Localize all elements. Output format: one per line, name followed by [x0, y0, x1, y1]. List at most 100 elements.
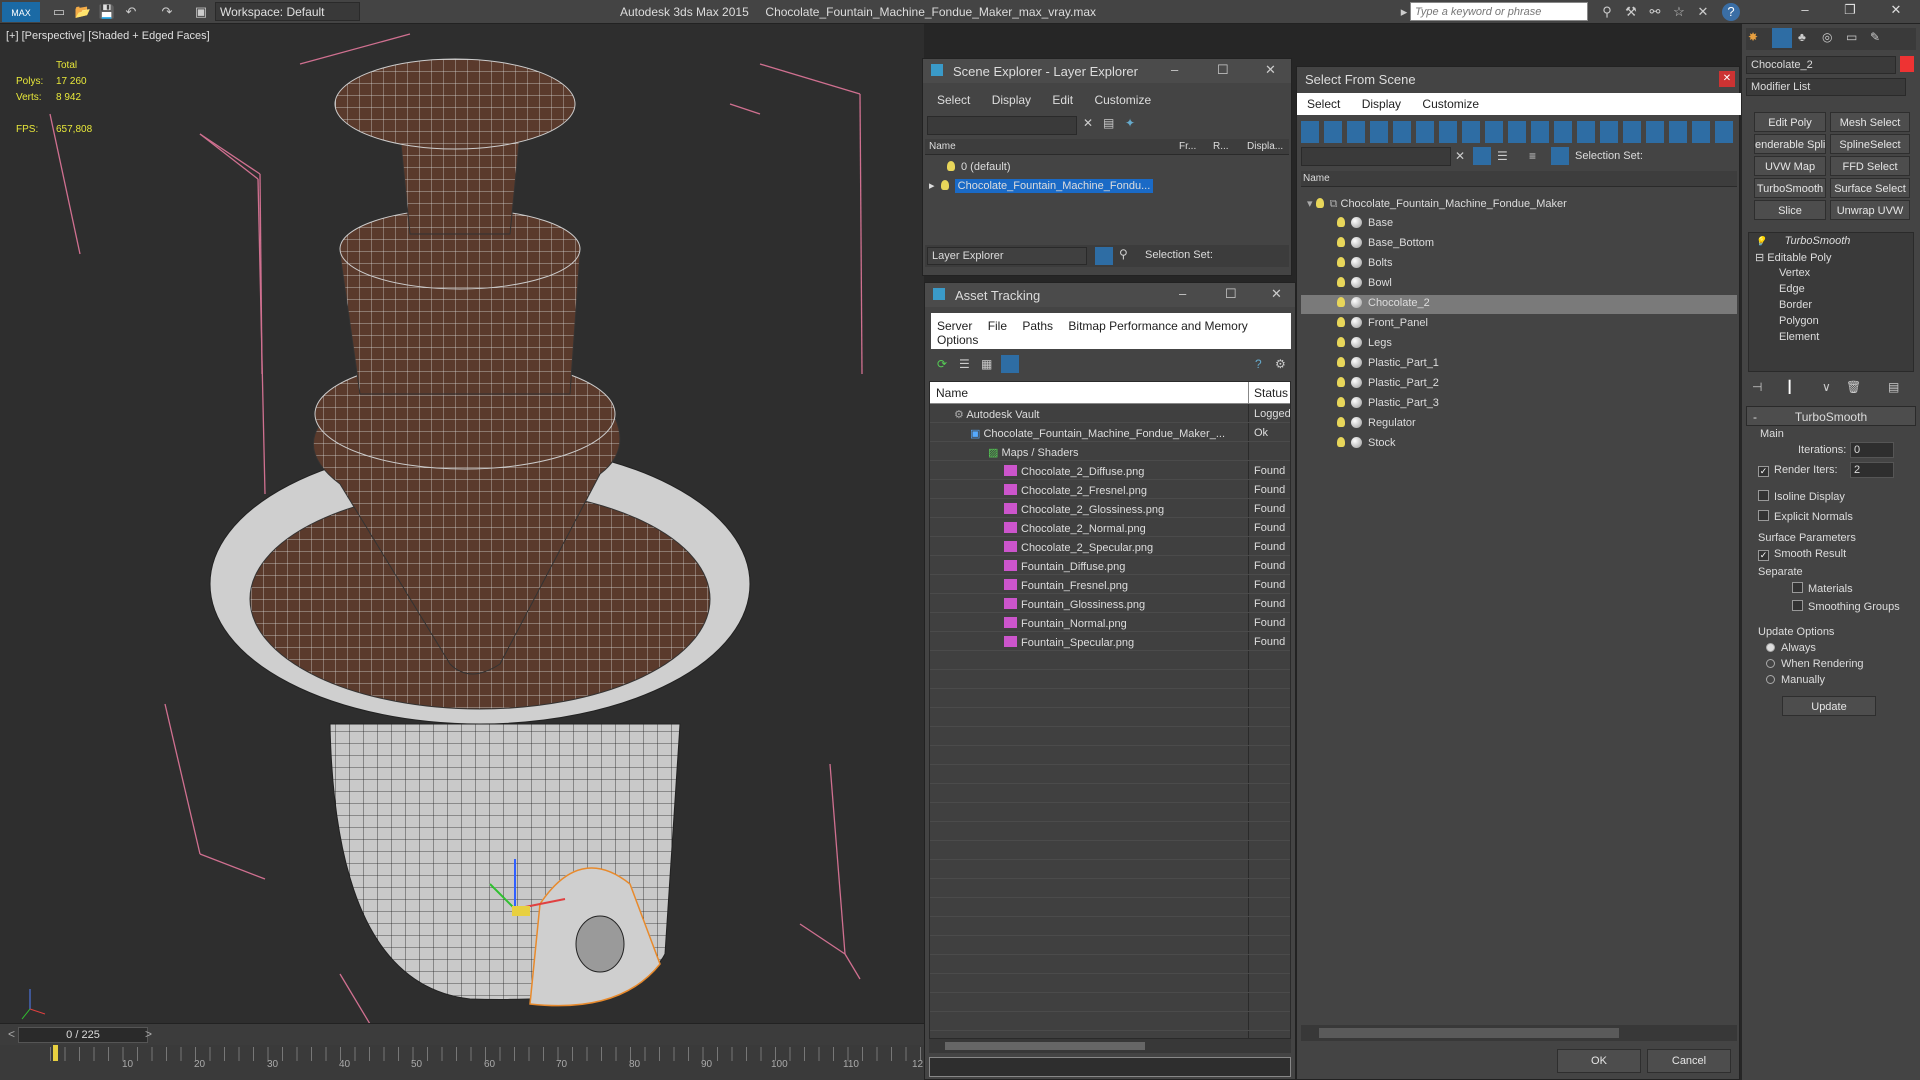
- maximize-icon[interactable]: ☐: [1217, 62, 1229, 78]
- light-bulb-icon[interactable]: [1337, 257, 1345, 267]
- asset-row[interactable]: Chocolate_2_Glossiness.png: [1004, 503, 1164, 516]
- turbosmooth-button[interactable]: TurboSmooth: [1754, 178, 1826, 198]
- new-file-icon[interactable]: ▭: [50, 3, 68, 21]
- spline-select-button[interactable]: SplineSelect: [1830, 134, 1910, 154]
- col-name[interactable]: Name: [1303, 173, 1330, 184]
- track-bar[interactable]: 10 20 30 40 50 60 70 80 90 100 110 12: [0, 1045, 924, 1080]
- scene-object-row[interactable]: Plastic_Part_3: [1337, 397, 1439, 409]
- when-rendering-radio[interactable]: When Rendering: [1766, 658, 1864, 670]
- smooth-result-checkbox[interactable]: ✓ Smooth Result: [1758, 548, 1846, 561]
- layers-icon[interactable]: ☰: [1497, 149, 1508, 163]
- undo-icon[interactable]: ↶: [122, 3, 140, 21]
- turbosmooth-rollout-header[interactable]: - TurboSmooth: [1746, 406, 1916, 426]
- remove-modifier-icon[interactable]: 🗑: [1846, 380, 1861, 394]
- manually-radio[interactable]: Manually: [1766, 674, 1825, 686]
- light-bulb-icon[interactable]: 💡: [1755, 236, 1766, 246]
- scene-object-row[interactable]: Plastic_Part_2: [1337, 377, 1439, 389]
- binoculars-icon[interactable]: ⚲: [1598, 3, 1616, 21]
- ok-button[interactable]: OK: [1557, 1049, 1641, 1073]
- menu-bitmap-performance[interactable]: Bitmap Performance and Memory: [1068, 319, 1247, 333]
- light-bulb-icon[interactable]: [1337, 297, 1345, 307]
- link-icon[interactable]: ⚯: [1646, 3, 1664, 21]
- ffd-select-button[interactable]: FFD Select: [1830, 156, 1910, 176]
- asset-row[interactable]: Fountain_Diffuse.png: [1004, 560, 1125, 573]
- asset-row-scene[interactable]: ▣ Chocolate_Fountain_Machine_Fondue_Make…: [970, 427, 1225, 440]
- asset-row[interactable]: Fountain_Fresnel.png: [1004, 579, 1128, 592]
- layer-add-icon[interactable]: ✦: [1125, 116, 1135, 130]
- project-icon[interactable]: ▣: [192, 3, 210, 21]
- renderable-spline-button[interactable]: enderable Splir: [1754, 134, 1826, 154]
- frame-counter[interactable]: 0 / 225: [18, 1027, 148, 1043]
- scene-object-row[interactable]: Bowl: [1337, 277, 1392, 289]
- app-logo[interactable]: MAX: [2, 2, 40, 22]
- subobject-vertex[interactable]: Vertex: [1779, 267, 1810, 279]
- surface-select-button[interactable]: Surface Select: [1830, 178, 1910, 198]
- help-icon[interactable]: ?: [1722, 3, 1740, 21]
- help-icon[interactable]: ?: [1255, 357, 1262, 371]
- close-icon[interactable]: ✕: [1271, 286, 1282, 302]
- light-bulb-icon[interactable]: [1337, 337, 1345, 347]
- subobject-polygon[interactable]: Polygon: [1779, 315, 1819, 327]
- menu-display[interactable]: Display: [992, 93, 1031, 107]
- close-icon[interactable]: ✕: [1878, 2, 1914, 22]
- mesh-select-button[interactable]: Mesh Select: [1830, 112, 1910, 132]
- select-from-scene-title[interactable]: Select From Scene ✕: [1297, 67, 1739, 91]
- scene-object-row[interactable]: Stock: [1337, 437, 1396, 449]
- object-name-input[interactable]: Chocolate_2: [1746, 56, 1896, 74]
- viewport-label[interactable]: [+] [Perspective] [Shaded + Edged Faces]: [6, 30, 210, 42]
- col-freeze[interactable]: Fr...: [1179, 141, 1196, 152]
- asset-row[interactable]: Chocolate_2_Fresnel.png: [1004, 484, 1147, 497]
- col-display[interactable]: Displa...: [1247, 141, 1283, 152]
- asset-hscrollbar[interactable]: [929, 1039, 1291, 1053]
- expand-arrow-icon[interactable]: ▾: [1307, 198, 1316, 210]
- display-tab-icon[interactable]: ▭: [1846, 30, 1857, 44]
- search-input[interactable]: Type a keyword or phrase: [1410, 2, 1588, 21]
- unwrap-uvw-button[interactable]: Unwrap UVW: [1830, 200, 1910, 220]
- tools-icon[interactable]: ⚒: [1622, 3, 1640, 21]
- menu-file[interactable]: File: [988, 319, 1007, 333]
- uvw-map-button[interactable]: UVW Map: [1754, 156, 1826, 176]
- star-icon[interactable]: ☆: [1670, 3, 1688, 21]
- update-button[interactable]: Update: [1782, 696, 1876, 716]
- col-status[interactable]: Status: [1254, 386, 1288, 400]
- explorer-type-dropdown[interactable]: Layer Explorer: [927, 247, 1087, 265]
- cancel-button[interactable]: Cancel: [1647, 1049, 1731, 1073]
- minimize-icon[interactable]: –: [1787, 2, 1823, 22]
- maximize-icon[interactable]: ☐: [1225, 286, 1237, 302]
- scene-root-row[interactable]: ▾ ⧉ Chocolate_Fountain_Machine_Fondue_Ma…: [1307, 197, 1567, 211]
- scene-explorer-search[interactable]: [927, 116, 1077, 135]
- light-bulb-icon[interactable]: [1337, 217, 1345, 227]
- configure-modifier-sets-icon[interactable]: ▤: [1888, 380, 1899, 394]
- scene-object-row[interactable]: Plastic_Part_1: [1337, 357, 1439, 369]
- asset-row[interactable]: Chocolate_2_Specular.png: [1004, 541, 1153, 554]
- col-name[interactable]: Name: [929, 141, 956, 152]
- clear-search-icon[interactable]: ✕: [1455, 149, 1465, 163]
- menu-paths[interactable]: Paths: [1022, 319, 1053, 333]
- light-bulb-icon[interactable]: [940, 180, 949, 190]
- scene-object-row[interactable]: Legs: [1337, 337, 1392, 349]
- utilities-tab-icon[interactable]: ✎: [1870, 30, 1880, 44]
- iterations-spinner[interactable]: 0: [1850, 442, 1894, 458]
- time-cursor[interactable]: [53, 1045, 58, 1061]
- pin-stack-icon[interactable]: ⊣: [1752, 380, 1762, 394]
- detail-view-icon[interactable]: ▦: [981, 357, 992, 371]
- light-bulb-icon[interactable]: [1337, 237, 1345, 247]
- save-icon[interactable]: 💾: [98, 3, 116, 21]
- asset-row[interactable]: Fountain_Glossiness.png: [1004, 598, 1145, 611]
- minimize-icon[interactable]: –: [1171, 62, 1178, 77]
- layer-options-icon[interactable]: ▤: [1103, 116, 1114, 130]
- settings-icon[interactable]: ⚙: [1275, 357, 1286, 371]
- scene-hscrollbar[interactable]: [1301, 1025, 1737, 1041]
- layers-icon[interactable]: [1095, 247, 1113, 265]
- hierarchy-icon[interactable]: [1551, 147, 1569, 165]
- subobject-border[interactable]: Border: [1779, 299, 1812, 311]
- hierarchy-tab-icon[interactable]: ♣: [1798, 30, 1806, 44]
- slice-button[interactable]: Slice: [1754, 200, 1826, 220]
- asset-row[interactable]: Chocolate_2_Normal.png: [1004, 522, 1146, 535]
- hierarchy-icon[interactable]: ⚲: [1119, 247, 1128, 261]
- list-view-icon[interactable]: ☰: [959, 357, 970, 371]
- stack-item-turbosmooth[interactable]: 💡 TurboSmooth: [1755, 235, 1909, 247]
- select-search-input[interactable]: [1301, 147, 1451, 166]
- always-radio[interactable]: Always: [1766, 642, 1816, 654]
- scene-explorer-title[interactable]: Scene Explorer - Layer Explorer – ☐ ✕: [923, 59, 1291, 83]
